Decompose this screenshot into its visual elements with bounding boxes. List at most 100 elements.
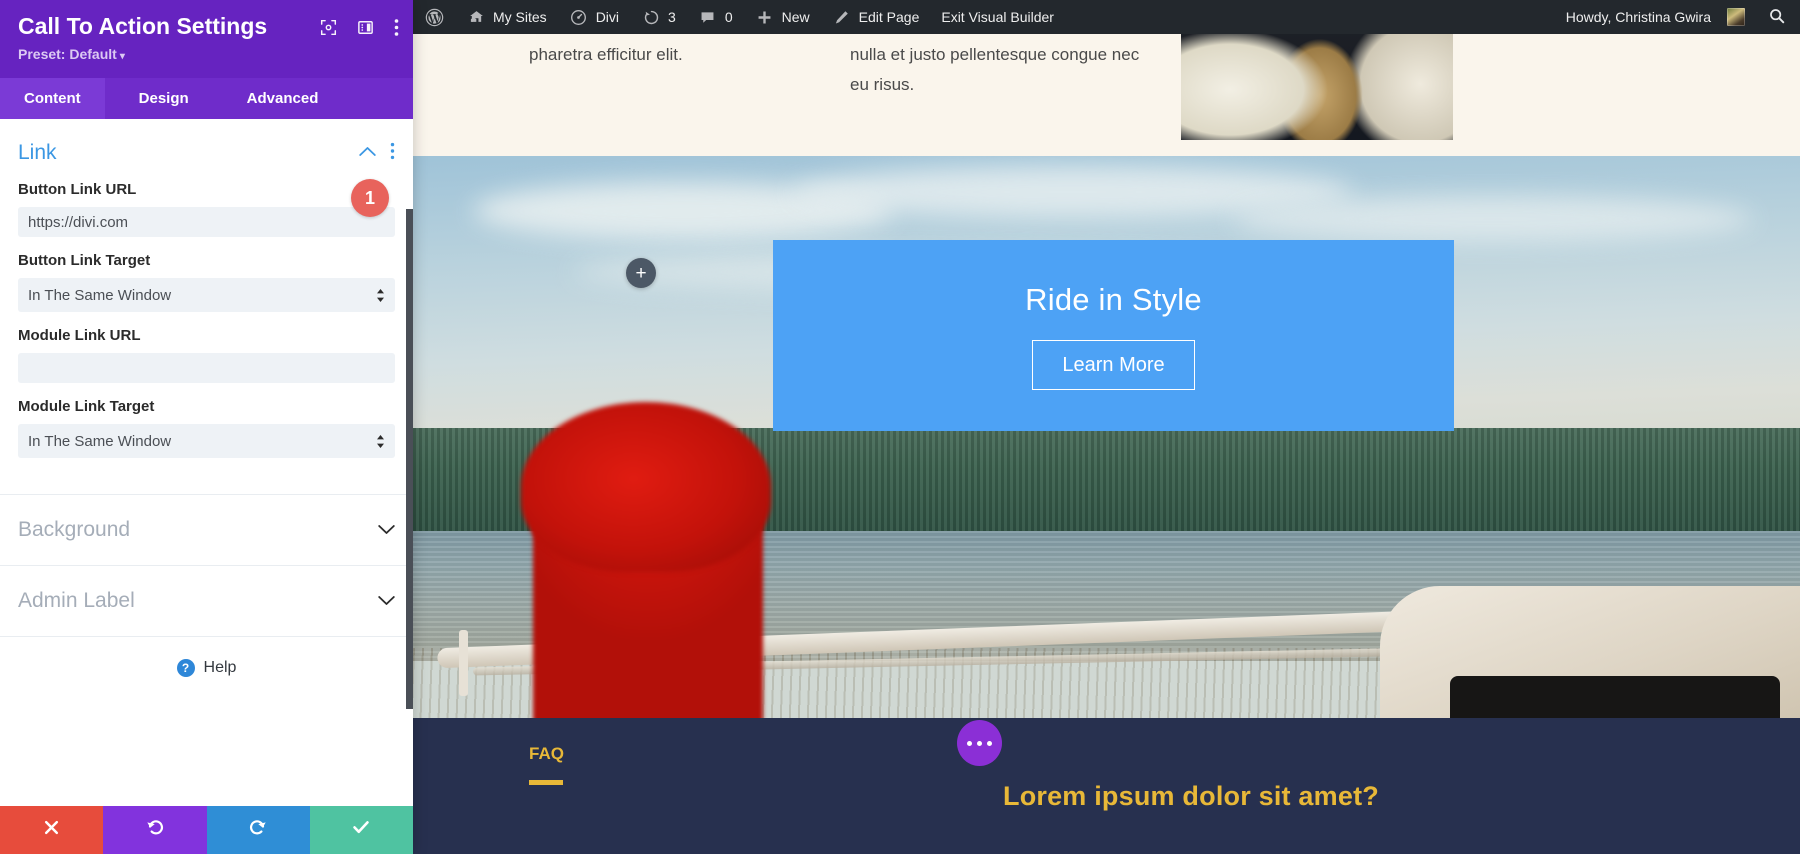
cta-learn-more-button[interactable]: Learn More <box>1032 339 1195 390</box>
undo-arrow-icon <box>145 817 165 843</box>
cloud <box>1233 196 1753 242</box>
section-background[interactable]: Background <box>0 495 413 565</box>
panel-scrollbar[interactable] <box>406 209 413 709</box>
ellipsis-icon[interactable] <box>957 720 1002 766</box>
wp-logo-menu[interactable] <box>413 0 455 34</box>
module-link-url-input[interactable] <box>18 353 395 383</box>
wordpress-admin-bar: My Sites Divi 3 0 New Edit Page Exit Vis… <box>413 0 1800 34</box>
comments-menu[interactable]: 0 <box>687 0 744 34</box>
tab-design[interactable]: Design <box>105 78 223 119</box>
spinner-arrows-icon <box>376 434 385 449</box>
cabin-window <box>1450 676 1780 718</box>
cancel-button[interactable] <box>0 806 104 854</box>
field-module-link-target: Module Link Target In The Same Window <box>0 398 413 458</box>
redo-arrow-icon <box>248 817 268 843</box>
paragraph-left: pharetra efficitur elit. <box>529 45 683 64</box>
plus-icon <box>755 7 775 27</box>
chevron-up-icon[interactable] <box>359 144 376 162</box>
edit-page-label: Edit Page <box>858 9 920 25</box>
help-label: Help <box>203 659 237 676</box>
step-badge-1: 1 <box>351 179 389 217</box>
check-icon <box>351 817 371 843</box>
close-x-icon <box>42 818 61 843</box>
account-menu[interactable]: Howdy, Christina Gwira <box>1555 0 1756 34</box>
field-label: Module Link URL <box>18 327 141 344</box>
chevron-down-icon <box>378 522 395 539</box>
divi-menu[interactable]: Divi <box>558 0 630 34</box>
field-module-link-url: Module Link URL <box>0 327 413 383</box>
kebab-menu-icon[interactable] <box>390 142 395 165</box>
visual-builder-canvas: pharetra efficitur elit. nulla et justo … <box>413 34 1800 854</box>
search-button[interactable] <box>1756 7 1800 28</box>
faq-underline <box>529 780 563 785</box>
new-label: New <box>781 9 810 25</box>
input-value: https://divi.com <box>28 213 129 231</box>
redo-button[interactable] <box>206 806 310 854</box>
field-label: Button Link URL <box>18 181 137 198</box>
section-admin-label-title: Admin Label <box>18 589 135 612</box>
faq-question: Lorem ipsum dolor sit amet? <box>1003 781 1379 811</box>
hero-section: + Ride in Style Learn More <box>413 156 1800 718</box>
add-module-button[interactable]: + <box>626 258 656 288</box>
pencil-icon <box>832 7 852 27</box>
preset-selector[interactable]: Preset: Default ▾ <box>18 46 125 62</box>
panel-header-icons <box>320 18 399 37</box>
select-value: In The Same Window <box>28 286 172 304</box>
save-button[interactable] <box>309 806 413 854</box>
wordpress-logo-icon <box>424 7 444 27</box>
help-link[interactable]: ? Help <box>0 637 413 677</box>
railing-post <box>459 630 468 696</box>
kebab-menu-icon[interactable] <box>394 18 399 37</box>
field-button-link-target: Button Link Target In The Same Window <box>0 252 413 312</box>
field-label: Module Link Target <box>18 398 155 415</box>
exit-visual-builder-link[interactable]: Exit Visual Builder <box>930 0 1065 34</box>
spinner-arrows-icon <box>376 288 385 303</box>
cta-title: Ride in Style <box>1025 281 1202 317</box>
updates-icon <box>641 7 661 27</box>
call-to-action-module[interactable]: Ride in Style Learn More <box>773 240 1454 431</box>
comments-icon <box>698 7 718 27</box>
plus-icon: + <box>635 262 647 284</box>
select-value: In The Same Window <box>28 432 172 450</box>
module-link-target-select[interactable]: In The Same Window <box>18 424 395 458</box>
divi-gauge-icon <box>569 7 589 27</box>
undo-button[interactable] <box>103 806 207 854</box>
content-section-top: pharetra efficitur elit. nulla et justo … <box>413 34 1800 156</box>
search-icon <box>1768 7 1786 28</box>
button-link-target-select[interactable]: In The Same Window <box>18 278 395 312</box>
section-background-title: Background <box>18 518 131 541</box>
comments-count: 0 <box>724 9 733 25</box>
panel-body: Link Button Link URL https://divi.com 1 <box>0 119 413 806</box>
field-button-link-url: Button Link URL https://divi.com 1 <box>0 179 413 237</box>
focus-frame-icon[interactable] <box>320 19 337 36</box>
red-hood <box>521 402 771 572</box>
tab-advanced[interactable]: Advanced <box>223 78 343 119</box>
preset-label: Preset: Default <box>18 46 117 63</box>
section-link-actions <box>359 142 395 165</box>
section-admin-label[interactable]: Admin Label <box>0 566 413 636</box>
avatar <box>1727 8 1745 26</box>
panel-tabs: Content Design Advanced <box>0 78 413 119</box>
tab-content[interactable]: Content <box>0 78 105 119</box>
updates-count: 3 <box>668 9 676 25</box>
exit-visual-builder-label: Exit Visual Builder <box>941 9 1054 25</box>
divi-label: Divi <box>595 9 620 25</box>
faq-section: FAQ Lorem ipsum dolor sit amet? <box>413 718 1800 854</box>
question-mark-icon: ? <box>176 659 195 677</box>
my-sites-menu[interactable]: My Sites <box>455 0 558 34</box>
section-link-title: Link <box>18 141 57 164</box>
edit-page-menu[interactable]: Edit Page <box>821 0 931 34</box>
faq-label: FAQ <box>529 744 564 763</box>
updates-menu[interactable]: 3 <box>630 0 687 34</box>
new-content-menu[interactable]: New <box>744 0 821 34</box>
button-link-url-input[interactable]: https://divi.com <box>18 207 395 237</box>
howdy-label: Howdy, Christina Gwira <box>1565 9 1711 25</box>
panel-action-bar <box>0 806 413 854</box>
section-link-header[interactable]: Link <box>0 119 413 181</box>
layout-panel-icon[interactable] <box>357 19 374 36</box>
field-label: Button Link Target <box>18 252 151 269</box>
chevron-down-icon <box>378 593 395 610</box>
chevron-down-icon: ▾ <box>119 51 125 63</box>
adminbar-right: Howdy, Christina Gwira <box>1555 0 1800 34</box>
module-settings-panel: Call To Action Settings Preset: Default ▾… <box>0 0 413 854</box>
